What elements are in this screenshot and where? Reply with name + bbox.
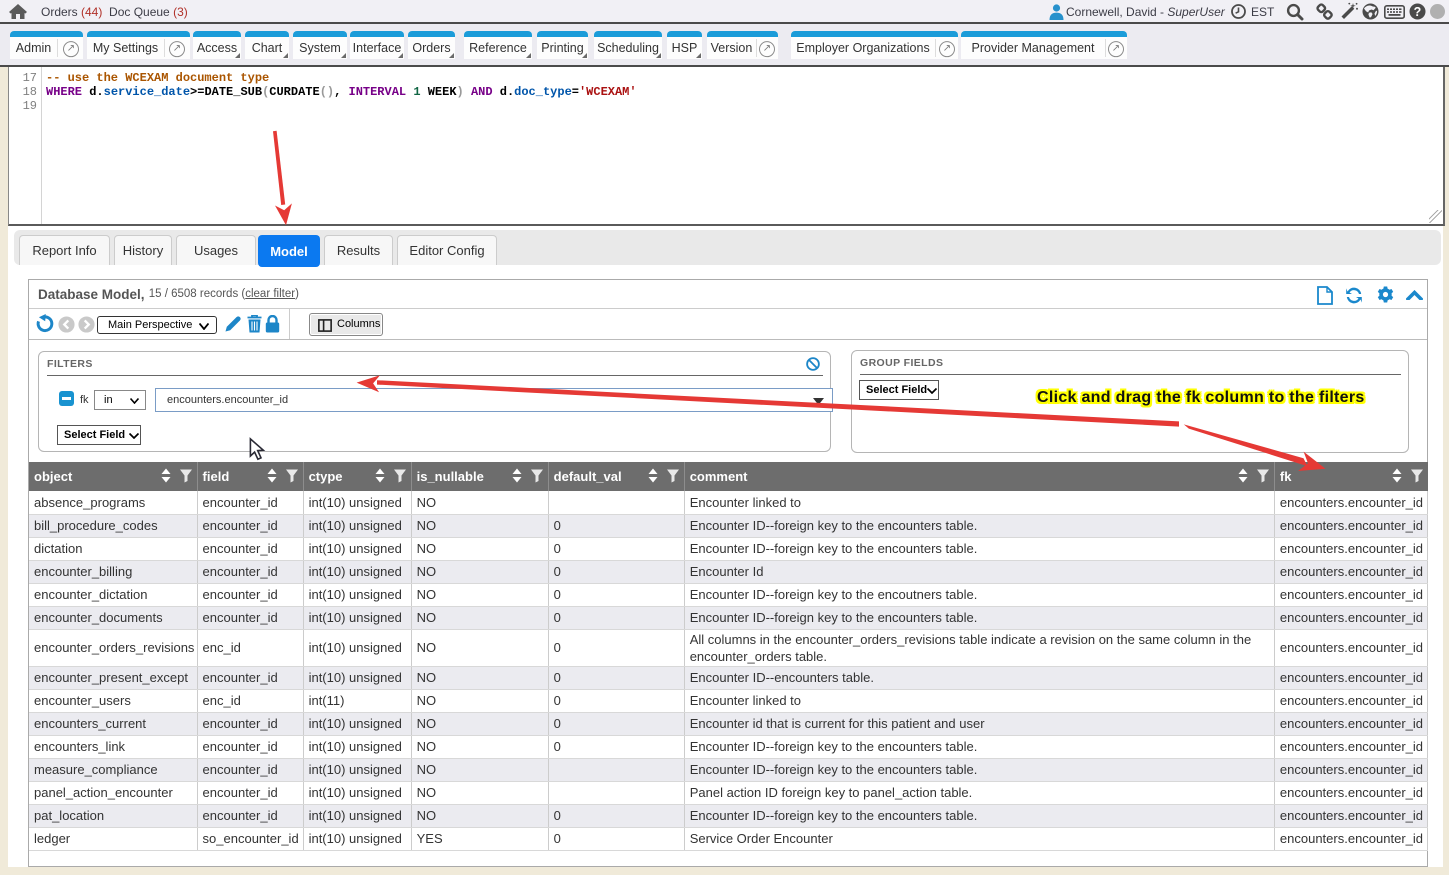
svg-text:?: ? <box>1414 5 1422 19</box>
